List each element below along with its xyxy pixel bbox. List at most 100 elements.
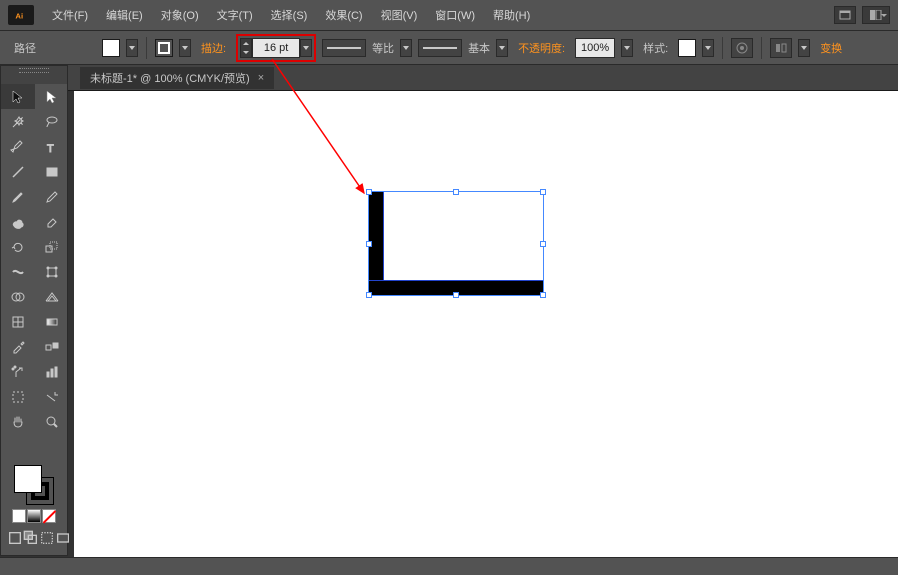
brush-dropdown[interactable] — [496, 39, 508, 57]
profile-dropdown[interactable] — [400, 39, 412, 57]
brush-label: 基本 — [468, 40, 490, 56]
opacity-label[interactable]: 不透明度: — [514, 40, 569, 56]
width-tool[interactable] — [1, 259, 35, 284]
menu-object[interactable]: 对象(O) — [153, 3, 207, 27]
fill-swatch[interactable] — [102, 39, 120, 57]
blend-tool[interactable] — [35, 334, 69, 359]
recolor-artwork-icon[interactable] — [731, 38, 753, 58]
canvas[interactable] — [74, 91, 898, 575]
menu-bar: Ai 文件(F) 编辑(E) 对象(O) 文字(T) 选择(S) 效果(C) 视… — [0, 0, 898, 30]
zoom-tool[interactable] — [35, 409, 69, 434]
document-tab[interactable]: 未标题-1* @ 100% (CMYK/预览) × — [80, 67, 274, 89]
scale-tool[interactable] — [35, 234, 69, 259]
shape-builder-tool[interactable] — [1, 284, 35, 309]
tool-grid: T — [1, 84, 67, 459]
direct-selection-tool[interactable] — [35, 84, 69, 109]
toolbox-header — [1, 74, 67, 84]
gradient-tool[interactable] — [35, 309, 69, 334]
menu-help[interactable]: 帮助(H) — [485, 3, 538, 27]
align-dropdown[interactable] — [798, 39, 810, 57]
gradient-mode-swatch[interactable] — [27, 509, 41, 523]
opacity-dropdown[interactable] — [621, 39, 633, 57]
stroke-weight-highlight: 16 pt — [236, 34, 316, 62]
handle-top-left[interactable] — [366, 189, 372, 195]
magic-wand-tool[interactable] — [1, 109, 35, 134]
line-segment-tool[interactable] — [1, 159, 35, 184]
pencil-tool[interactable] — [35, 184, 69, 209]
menu-select[interactable]: 选择(S) — [263, 3, 316, 27]
style-swatch[interactable] — [678, 39, 696, 57]
free-transform-tool[interactable] — [35, 259, 69, 284]
blob-brush-tool[interactable] — [1, 209, 35, 234]
stroke-swatch[interactable] — [155, 39, 173, 57]
profile-label: 等比 — [372, 40, 394, 56]
svg-text:T: T — [47, 143, 54, 155]
symbol-sprayer-tool[interactable] — [1, 359, 35, 384]
lasso-tool[interactable] — [35, 109, 69, 134]
control-bar: 路径 描边: 16 pt 等比 基本 不透明度: 100% 样式: 变换 — [0, 30, 898, 65]
artboard-tool[interactable] — [1, 384, 35, 409]
bridge-button[interactable] — [834, 6, 856, 24]
selection-tool[interactable] — [1, 84, 35, 109]
pen-tool[interactable] — [1, 134, 35, 159]
profile-preview[interactable] — [322, 39, 366, 57]
stroke-weight-input[interactable]: 16 pt — [252, 38, 300, 58]
mesh-tool[interactable] — [1, 309, 35, 334]
fill-color-box[interactable] — [14, 465, 42, 493]
paintbrush-tool[interactable] — [1, 184, 35, 209]
spare-tool — [1, 434, 35, 459]
handle-mid-left[interactable] — [366, 241, 372, 247]
brush-preview[interactable] — [418, 39, 462, 57]
arrange-docs-button[interactable] — [862, 6, 890, 24]
hand-tool[interactable] — [1, 409, 35, 434]
draw-normal-icon[interactable] — [7, 527, 23, 549]
menu-edit[interactable]: 编辑(E) — [98, 3, 151, 27]
perspective-grid-tool[interactable] — [35, 284, 69, 309]
handle-top-right[interactable] — [540, 189, 546, 195]
handle-mid-right[interactable] — [540, 241, 546, 247]
none-mode-swatch[interactable] — [42, 509, 56, 523]
column-graph-tool[interactable] — [35, 359, 69, 384]
menu-effect[interactable]: 效果(C) — [317, 3, 370, 27]
stroke-label[interactable]: 描边: — [197, 40, 230, 56]
selection-type-label: 路径 — [10, 40, 40, 56]
draw-behind-icon[interactable] — [23, 527, 39, 549]
eyedropper-tool[interactable] — [1, 334, 35, 359]
menu-view[interactable]: 视图(V) — [373, 3, 426, 27]
svg-text:Ai: Ai — [15, 12, 23, 21]
menu-window[interactable]: 窗口(W) — [427, 3, 483, 27]
type-tool[interactable]: T — [35, 134, 69, 159]
document-tab-bar: 未标题-1* @ 100% (CMYK/预览) × — [0, 65, 898, 91]
toolbox: T — [0, 65, 68, 556]
style-label: 样式: — [639, 40, 672, 56]
handle-bottom-left[interactable] — [366, 292, 372, 298]
opacity-input[interactable]: 100% — [575, 38, 615, 58]
tab-close-icon[interactable]: × — [258, 72, 264, 84]
eraser-tool[interactable] — [35, 209, 69, 234]
style-dropdown[interactable] — [702, 39, 714, 57]
handle-bottom-right[interactable] — [540, 292, 546, 298]
fill-stroke-indicator[interactable] — [14, 465, 54, 505]
status-bar — [0, 557, 898, 575]
handle-bottom-mid[interactable] — [453, 292, 459, 298]
menu-type[interactable]: 文字(T) — [209, 3, 261, 27]
fill-dropdown[interactable] — [126, 39, 138, 57]
stroke-weight-stepper[interactable] — [240, 38, 252, 58]
screen-mode-icon[interactable] — [55, 527, 71, 549]
app-icon: Ai — [8, 5, 34, 25]
rectangle-tool[interactable] — [35, 159, 69, 184]
color-mode-swatch[interactable] — [12, 509, 26, 523]
selection-bounding-box — [368, 191, 544, 296]
stroke-weight-dropdown[interactable] — [300, 39, 312, 57]
draw-inside-icon[interactable] — [39, 527, 55, 549]
transform-label[interactable]: 变换 — [816, 40, 846, 56]
align-icon[interactable] — [770, 38, 792, 58]
rotate-tool[interactable] — [1, 234, 35, 259]
color-picker-section — [1, 459, 67, 555]
stroke-dropdown[interactable] — [179, 39, 191, 57]
toolbox-grip[interactable] — [1, 66, 67, 74]
handle-top-mid[interactable] — [453, 189, 459, 195]
menu-file[interactable]: 文件(F) — [44, 3, 96, 27]
slice-tool[interactable] — [35, 384, 69, 409]
document-tab-title: 未标题-1* @ 100% (CMYK/预览) — [90, 70, 250, 86]
